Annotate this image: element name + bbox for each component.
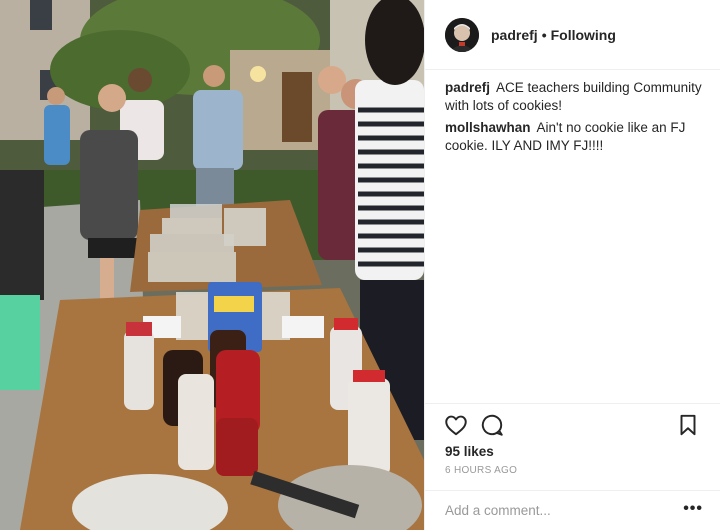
- avatar[interactable]: [445, 17, 479, 52]
- comment-item: mollshawhan Ain't no cookie like an FJ c…: [445, 119, 707, 155]
- heart-icon[interactable]: [443, 412, 469, 438]
- post-header-text: padrefj • Following: [491, 27, 616, 43]
- comments-list: padrefj ACE teachers building Community …: [445, 79, 707, 159]
- comment-icon[interactable]: [479, 412, 505, 438]
- post-actions: 95 likes 6 HOURS AGO: [425, 403, 720, 490]
- following-button[interactable]: Following: [551, 27, 616, 43]
- profile-photo-icon: [445, 17, 479, 52]
- comment-username[interactable]: mollshawhan: [445, 120, 531, 135]
- likes-count[interactable]: 95 likes: [445, 444, 494, 459]
- comment-input[interactable]: [445, 497, 665, 523]
- username-link[interactable]: padrefj: [491, 27, 538, 43]
- post-timestamp: 6 HOURS AGO: [445, 465, 518, 476]
- bookmark-icon[interactable]: [675, 412, 701, 438]
- post-header: padrefj • Following: [425, 0, 720, 70]
- post-side-panel: padrefj • Following padrefj ACE teachers b…: [424, 0, 720, 530]
- post-photo-scene: [0, 0, 424, 530]
- post-photo: [0, 0, 424, 530]
- comment-caption: padrefj ACE teachers building Community …: [445, 79, 707, 115]
- separator-dot: •: [541, 26, 547, 43]
- add-comment-bar: •••: [425, 490, 720, 530]
- comment-username[interactable]: padrefj: [445, 80, 490, 95]
- more-options-icon[interactable]: •••: [683, 501, 703, 517]
